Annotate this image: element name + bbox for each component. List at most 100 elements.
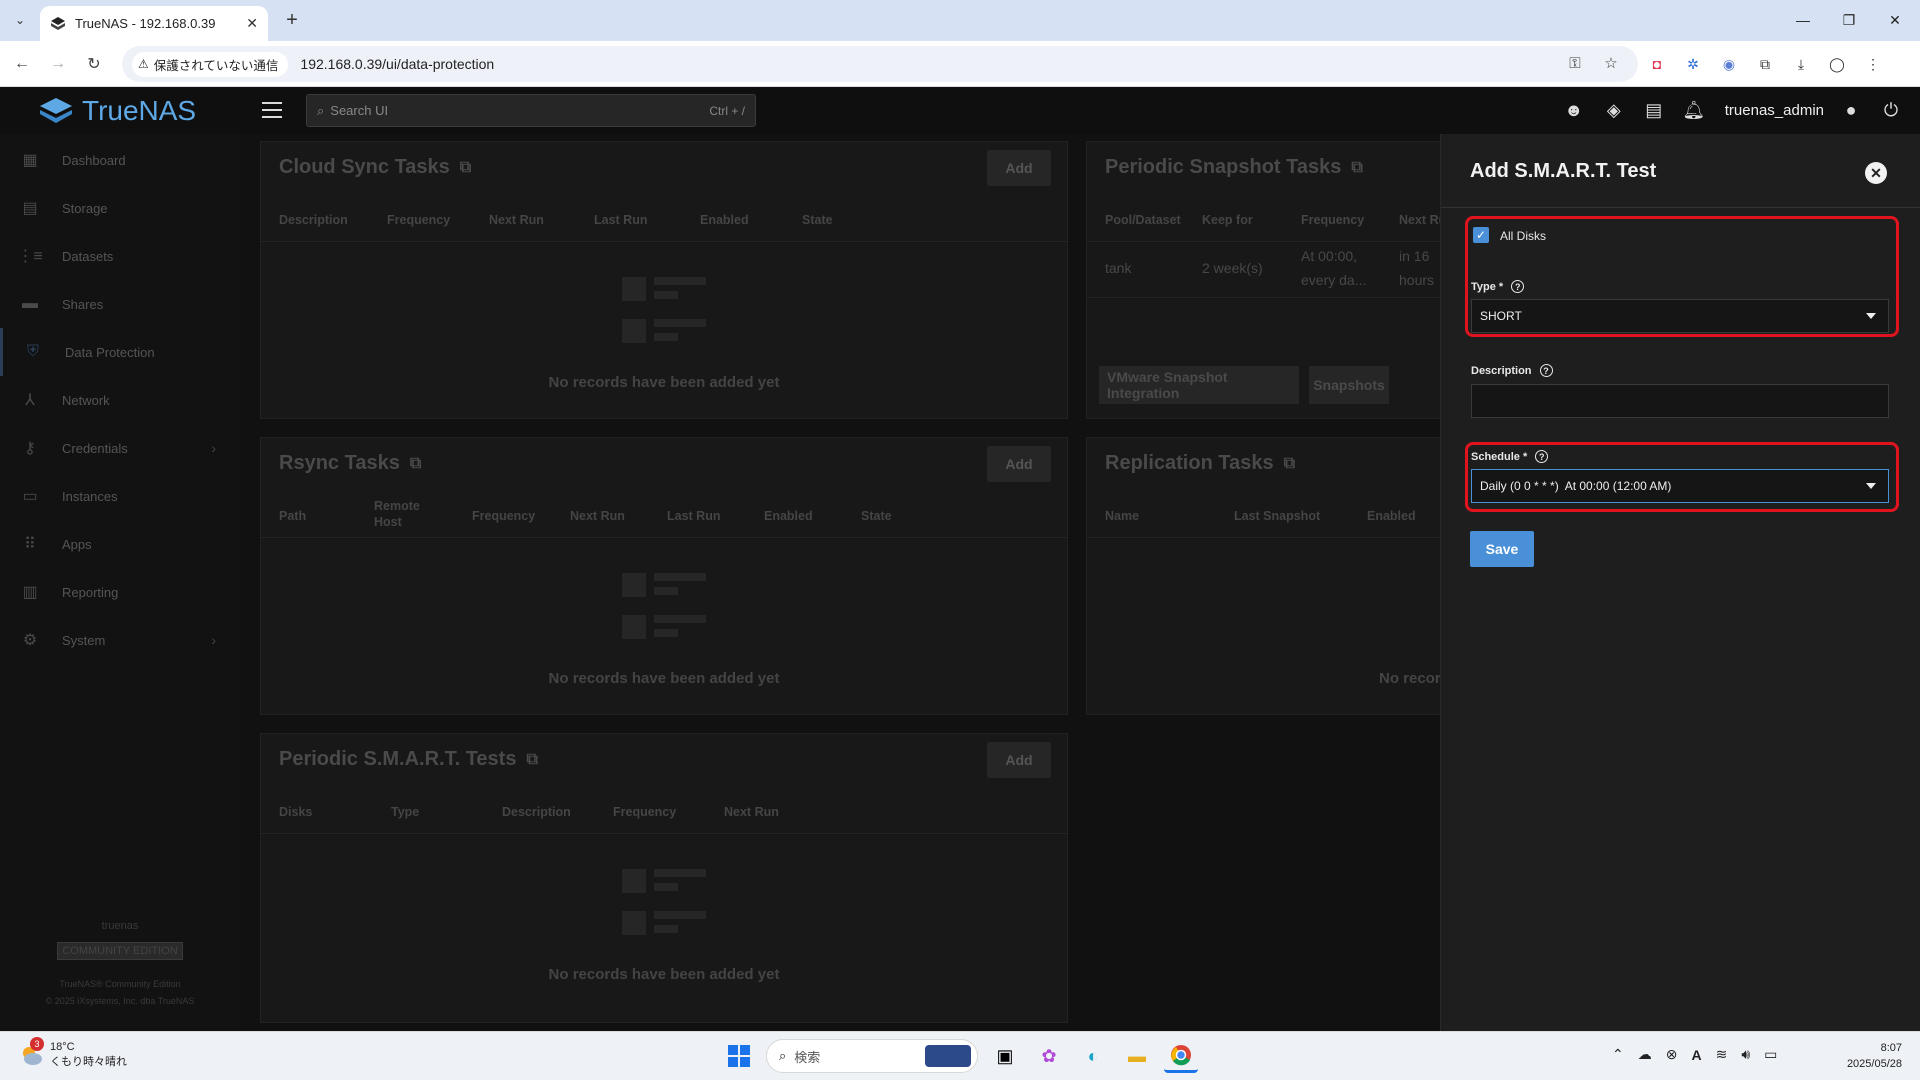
external-link-icon[interactable]: ⧉ (1284, 455, 1295, 473)
snapshots-button[interactable]: Snapshots (1309, 366, 1389, 404)
add-button[interactable]: Add (987, 150, 1051, 186)
sidebar-item-apps[interactable]: ⠿ Apps (0, 520, 240, 568)
tab-search-button[interactable]: ⌄ (8, 8, 32, 32)
empty-message: No records have been added yet (548, 966, 780, 983)
add-button[interactable]: Add (987, 742, 1051, 778)
weather-widget[interactable]: 3 18°C くもり時々晴れ (18, 1037, 127, 1069)
tab-close-icon[interactable]: ✕ (246, 15, 258, 32)
address-bar[interactable]: ⚠ 保護されていない通信 192.168.0.39/ui/data-protec… (122, 46, 1638, 82)
extension-icon[interactable]: ✲ (1681, 52, 1705, 76)
help-icon[interactable]: ? (1511, 280, 1525, 293)
card-title[interactable]: Periodic Snapshot Tasks ⧉ (1105, 156, 1363, 179)
type-value: SHORT (1480, 309, 1522, 323)
column-header: Frequency (1301, 213, 1365, 227)
chart-icon: ▥ (22, 584, 38, 601)
wifi-icon[interactable]: ≋ (1716, 1046, 1728, 1063)
onedrive-cloud-icon[interactable]: ☁ (1638, 1046, 1652, 1063)
add-button[interactable]: Add (987, 446, 1051, 482)
close-icon[interactable]: ✕ (1865, 162, 1887, 184)
search-highlight-image (925, 1045, 971, 1067)
battery-icon[interactable]: ▭ (1764, 1046, 1777, 1063)
sidebar-item-label: Apps (62, 536, 92, 552)
card-title[interactable]: Cloud Sync Tasks ⧉ (279, 156, 471, 179)
security-chip[interactable]: ⚠ 保護されていない通信 (132, 51, 289, 77)
windows-start-icon[interactable] (722, 1039, 756, 1073)
extension-icon[interactable]: ◉ (1717, 52, 1741, 76)
sidebar-item-shares[interactable]: ▬ Shares (0, 280, 240, 328)
sidebar-item-reporting[interactable]: ▥ Reporting (0, 568, 240, 616)
sidebar-item-label: System (62, 632, 106, 648)
notifications-bell-icon[interactable]: 🔔︎ (1681, 97, 1707, 123)
card-title[interactable]: Periodic S.M.A.R.T. Tests ⧉ (279, 748, 538, 771)
pocket-extension-icon[interactable]: ◘ (1645, 52, 1669, 76)
truenas-logo[interactable]: TrueNAS (38, 95, 196, 127)
vmware-snapshot-button[interactable]: VMware Snapshot Integration (1099, 366, 1299, 404)
taskbar-search[interactable]: ⌕ 検索 (766, 1039, 978, 1073)
task-view-icon[interactable]: ▣ (988, 1039, 1022, 1073)
download-icon[interactable]: ⤓ (1789, 52, 1813, 76)
save-button[interactable]: Save (1470, 531, 1534, 567)
sidebar-item-dashboard[interactable]: ▦ Dashboard (0, 136, 240, 184)
sidebar-item-storage[interactable]: ▤ Storage (0, 184, 240, 232)
external-link-icon[interactable]: ⧉ (410, 455, 421, 473)
profile-avatar-icon[interactable]: ◯ (1825, 52, 1849, 76)
column-header: Pool/Dataset (1105, 213, 1181, 227)
browser-tab[interactable]: TrueNAS - 192.168.0.39 ✕ (40, 6, 268, 41)
forward-button[interactable]: → (46, 52, 70, 76)
card-title[interactable]: Rsync Tasks ⧉ (279, 452, 421, 475)
username[interactable]: truenas_admin (1725, 102, 1824, 119)
file-explorer-icon[interactable]: ▬ (1120, 1039, 1154, 1073)
feedback-smiley-icon[interactable]: ☻ (1561, 97, 1587, 123)
volume-icon[interactable]: 🔊︎ (1741, 1046, 1750, 1063)
browser-menu-icon[interactable]: ⋮ (1861, 52, 1885, 76)
ime-indicator-icon[interactable]: A (1691, 1047, 1701, 1063)
app-header: TrueNAS ⌕ Search UI Ctrl + / ☻ ◈ ▤ 🔔︎ tr… (0, 87, 1920, 134)
schedule-select[interactable]: Daily (0 0 * * *) At 00:00 (12:00 AM) (1471, 469, 1889, 503)
restore-button[interactable]: ❐ (1826, 8, 1872, 32)
account-circle-icon[interactable]: ● (1838, 97, 1864, 123)
tray-app-icon[interactable]: ⊗ (1666, 1046, 1678, 1063)
external-link-icon[interactable]: ⧉ (1351, 159, 1362, 177)
sidebar-item-instances[interactable]: ▭ Instances (0, 472, 240, 520)
type-select[interactable]: SHORT (1471, 299, 1889, 333)
copilot-icon[interactable]: ✿ (1032, 1039, 1066, 1073)
card-title[interactable]: Replication Tasks ⧉ (1105, 452, 1295, 475)
new-tab-button[interactable]: + (280, 8, 304, 32)
schedule-value: Daily (0 0 * * *) At 00:00 (12:00 AM) (1480, 479, 1672, 493)
external-link-icon[interactable]: ⧉ (526, 751, 537, 769)
password-key-icon[interactable]: ⚿ (1564, 52, 1586, 74)
jobs-clipboard-icon[interactable]: ▤ (1641, 97, 1667, 123)
all-disks-label[interactable]: All Disks (1500, 229, 1546, 243)
extensions-puzzle-icon[interactable]: ⧉ (1753, 52, 1777, 76)
column-header: Name (1105, 509, 1140, 523)
shares-icon: ▬ (22, 295, 38, 312)
brand-name: TrueNAS (82, 95, 197, 126)
taskbar: 3 18°C くもり時々晴れ ⌕ 検索 ▣ ✿ ◐ ▬ ⌃ ☁ ⊗ A ≋ 🔊︎… (0, 1031, 1920, 1080)
truecommand-icon[interactable]: ◈ (1601, 97, 1627, 123)
help-icon[interactable]: ? (1539, 364, 1553, 377)
description-input[interactable] (1471, 384, 1889, 418)
minimize-button[interactable]: — (1780, 8, 1826, 32)
all-disks-checkbox[interactable]: ✓ (1473, 227, 1489, 243)
bookmark-star-icon[interactable]: ☆ (1600, 52, 1622, 74)
reload-button[interactable]: ↻ (82, 52, 106, 76)
external-link-icon[interactable]: ⧉ (460, 159, 471, 177)
table-row[interactable]: tank 2 week(s) At 00:00, every da... in … (1087, 242, 1487, 298)
close-window-button[interactable]: ✕ (1872, 8, 1918, 32)
help-icon[interactable]: ? (1535, 450, 1549, 463)
system-clock[interactable]: 8:07 2025/05/28 (1847, 1040, 1902, 1072)
back-button[interactable]: ← (10, 52, 34, 76)
sidebar-item-system[interactable]: ⚙ System › (0, 616, 240, 664)
search-input[interactable]: ⌕ Search UI Ctrl + / (306, 94, 756, 127)
sidebar-item-credentials[interactable]: ⚷ Credentials › (0, 424, 240, 472)
sidebar-item-data-protection[interactable]: ⛨ Data Protection (0, 328, 240, 376)
edge-browser-icon[interactable]: ◐ (1076, 1039, 1110, 1073)
sidebar-item-datasets[interactable]: ⋮≡ Datasets (0, 232, 240, 280)
tray-overflow-chevron-icon[interactable]: ⌃ (1612, 1046, 1624, 1063)
power-icon[interactable]: ⏻ (1878, 97, 1904, 123)
sidebar-item-network[interactable]: ⅄ Network (0, 376, 240, 424)
menu-toggle-icon[interactable] (260, 99, 284, 121)
table-header: Disks Type Description Frequency Next Ru… (261, 790, 1067, 834)
schedule-label: Schedule *? (1471, 450, 1549, 463)
chrome-icon[interactable] (1164, 1039, 1198, 1073)
